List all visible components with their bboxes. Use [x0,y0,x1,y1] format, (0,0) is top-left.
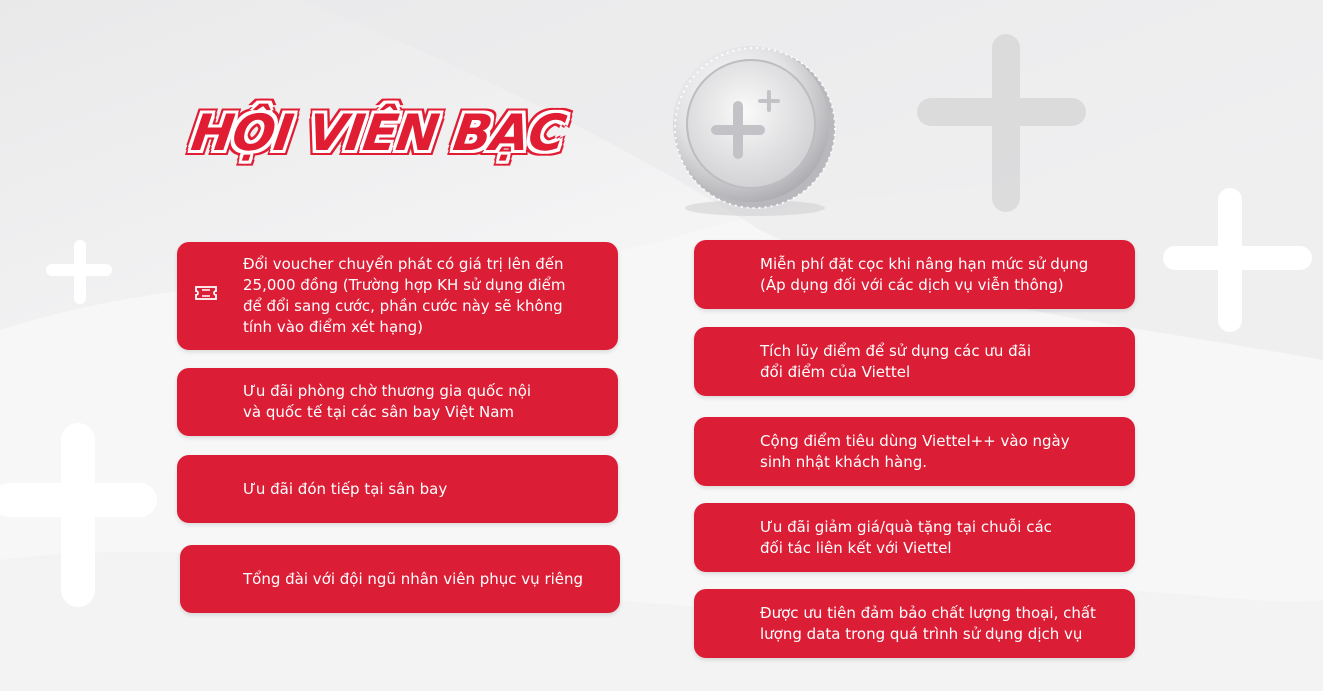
benefit-card-partners: Ưu đãi giảm giá/quà tặng tại chuỗi các đ… [694,503,1135,572]
benefit-text: Tổng đài với đội ngũ nhân viên phục vụ r… [243,569,584,588]
benefit-card-birthday: Cộng điểm tiêu dùng Viettel++ vào ngày s… [694,417,1135,486]
benefit-card-airport-welcome: Ưu đãi đón tiếp tại sân bay [177,455,618,523]
benefit-text: Ưu đãi phòng chờ thương gia quốc nội và … [243,382,532,421]
benefit-card-points: Tích lũy điểm để sử dụng các ưu đãi đổi … [694,327,1135,396]
benefit-text: Ưu đãi đón tiếp tại sân bay [243,479,448,498]
benefit-card-deposit: Miễn phí đặt cọc khi nâng hạn mức sử dụn… [694,240,1135,309]
benefit-card-quality: Được ưu tiên đảm bảo chất lượng thoại, c… [694,589,1135,658]
benefit-card-lounge: Ưu đãi phòng chờ thương gia quốc nội và … [177,368,618,436]
page-title: HỘI VIÊN BẠC [187,104,569,162]
benefit-text: Ưu đãi giảm giá/quà tặng tại chuỗi các đ… [760,517,1052,557]
benefit-text: Cộng điểm tiêu dùng Viettel++ vào ngày s… [760,431,1070,471]
benefit-text: Miễn phí đặt cọc khi nâng hạn mức sử dụn… [760,254,1089,294]
ticket-icon [195,286,217,300]
benefit-card-voucher: Đổi voucher chuyển phát có giá trị lên đ… [177,242,618,350]
plus-icon-small-left [46,240,112,304]
benefit-text: Đổi voucher chuyển phát có giá trị lên đ… [243,255,566,336]
benefit-card-hotline: Tổng đài với đội ngũ nhân viên phục vụ r… [180,545,620,613]
benefit-text: Được ưu tiên đảm bảo chất lượng thoại, c… [760,603,1096,643]
silver-coin-plus-icon [673,46,836,216]
benefit-text: Tích lũy điểm để sử dụng các ưu đãi đổi … [760,341,1032,381]
